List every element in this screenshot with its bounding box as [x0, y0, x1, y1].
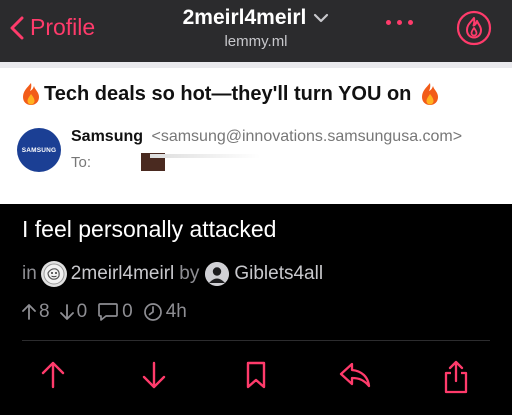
sender-email: <samsung@innovations.samsungusa.com> — [151, 128, 463, 145]
upvote-count: 8 — [22, 301, 50, 323]
instance-subtitle: lemmy.ml — [224, 33, 288, 50]
sender-avatar: SAMSUNG — [17, 128, 61, 172]
community-title: 2meirl4meirl — [182, 6, 307, 29]
user-avatar-icon[interactable] — [205, 262, 230, 286]
more-button[interactable] — [386, 20, 413, 25]
sender-avatar-text: SAMSUNG — [21, 146, 57, 154]
post-stats: 8 0 0 4h — [22, 301, 197, 323]
share-button[interactable] — [443, 360, 469, 399]
nav-title[interactable]: 2meirl4meirl lemmy.ml — [0, 6, 512, 50]
post-meta: in 2meirl4meirl by Giblets4all — [22, 261, 323, 287]
reply-button[interactable] — [338, 360, 372, 395]
arrow-down-icon — [59, 304, 74, 320]
in-label: in — [22, 263, 37, 284]
downvote-button[interactable] — [141, 360, 167, 395]
downvote-count: 0 — [59, 301, 88, 323]
downvote-value: 0 — [76, 301, 88, 322]
flame-icon — [456, 10, 492, 46]
age-value: 4h — [165, 301, 187, 322]
chevron-down-icon — [314, 13, 329, 23]
to-label: To: — [71, 153, 92, 171]
email-subject: Tech deals so hot—they'll turn YOU on — [18, 82, 443, 106]
comment-count: 0 — [97, 301, 133, 323]
image-top-divider — [0, 62, 512, 68]
nav-bar: Profile 2meirl4meirl lemmy.ml — [0, 0, 512, 62]
comment-icon — [98, 303, 119, 321]
action-divider — [22, 340, 490, 341]
redaction-scribble — [150, 154, 260, 158]
ellipsis-icon — [386, 20, 391, 25]
community-avatar-icon[interactable] — [40, 261, 67, 287]
downvote-icon — [142, 361, 166, 389]
community-link[interactable]: 2meirl4meirl — [71, 263, 174, 285]
post-age: 4h — [143, 301, 187, 323]
upvote-icon — [41, 361, 65, 389]
sort-button[interactable] — [456, 10, 492, 51]
save-button[interactable] — [245, 360, 267, 395]
upvote-value: 8 — [39, 301, 50, 322]
author-link[interactable]: Giblets4all — [234, 263, 323, 285]
fire-emoji-icon — [422, 83, 439, 105]
email-sender: Samsung <samsung@innovations.samsungusa.… — [71, 128, 462, 146]
by-label: by — [179, 263, 200, 284]
fire-emoji-icon — [23, 83, 39, 105]
email-subject-text: Tech deals so hot—they'll turn YOU on — [44, 82, 412, 105]
arrow-up-icon — [22, 304, 36, 320]
sender-name: Samsung — [71, 128, 144, 145]
action-bar — [0, 360, 512, 400]
bookmark-icon — [246, 361, 266, 389]
post-title[interactable]: I feel personally attacked — [22, 216, 276, 243]
upvote-button[interactable] — [40, 360, 66, 395]
reply-icon — [339, 362, 371, 388]
post-image[interactable]: Tech deals so hot—they'll turn YOU on SA… — [0, 62, 512, 204]
comment-value: 0 — [122, 301, 133, 322]
share-icon — [444, 360, 468, 394]
clock-icon — [143, 303, 162, 321]
